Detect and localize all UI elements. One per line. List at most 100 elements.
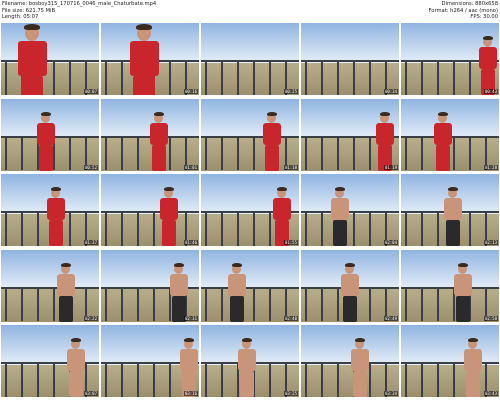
- video-thumbnail[interactable]: 01:46: [101, 174, 199, 246]
- legs: [38, 144, 53, 171]
- timestamp-label: 02:40: [283, 315, 298, 321]
- video-thumbnail[interactable]: 02:04: [301, 174, 399, 246]
- video-thumbnail[interactable]: 00:43: [401, 23, 499, 95]
- railing-post: [137, 286, 139, 322]
- timestamp-label: 00:34: [383, 89, 398, 94]
- railing-post: [305, 135, 307, 171]
- bare-torso: [443, 198, 462, 220]
- person-figure: [335, 262, 365, 322]
- timestamp-label: 01:28: [483, 164, 498, 170]
- red-shirt: [478, 47, 497, 69]
- railing-post: [253, 286, 255, 322]
- railing-post: [105, 362, 107, 397]
- video-thumbnail[interactable]: 02:13: [401, 174, 499, 246]
- video-thumbnail[interactable]: 00:52: [1, 98, 99, 171]
- video-thumbnail[interactable]: 03:43: [401, 325, 499, 397]
- video-thumbnail[interactable]: 02:22: [1, 249, 99, 322]
- video-thumbnail[interactable]: 01:37: [1, 174, 99, 246]
- railing-post: [321, 60, 323, 95]
- railing-post: [121, 135, 123, 171]
- railing-post: [437, 286, 439, 322]
- person-figure: [121, 24, 169, 95]
- bare-torso: [169, 273, 188, 296]
- video-thumbnail[interactable]: 03:16: [101, 325, 199, 397]
- railing-post: [105, 286, 107, 322]
- red-shirt: [36, 122, 55, 145]
- hair: [457, 262, 468, 267]
- video-thumbnail[interactable]: 02:31: [101, 249, 199, 322]
- red-shirt: [433, 122, 452, 145]
- legs: [58, 295, 73, 322]
- person-figure: [31, 111, 61, 171]
- video-thumbnail[interactable]: 02:49: [301, 249, 399, 322]
- railing-post: [269, 60, 271, 95]
- red-shirt: [159, 198, 178, 220]
- video-thumbnail[interactable]: 02:40: [201, 249, 299, 322]
- timestamp-label: 03:34: [383, 391, 398, 396]
- filesize-text: File size: 621.75 MiB: [2, 7, 56, 14]
- video-thumbnail[interactable]: 03:07: [1, 325, 99, 397]
- bare-torso: [56, 273, 75, 296]
- video-thumbnail[interactable]: 03:34: [301, 325, 399, 397]
- timestamp-label: 03:25: [283, 391, 298, 396]
- railing-post: [105, 211, 107, 246]
- hair: [344, 262, 355, 267]
- video-thumbnail[interactable]: 01:28: [401, 98, 499, 171]
- timestamp-label: 00:52: [83, 164, 98, 170]
- railing-post: [253, 135, 255, 171]
- timestamp-label: 02:49: [383, 315, 398, 321]
- legs: [352, 371, 367, 397]
- format-text: Format: h264 / aac (mono): [428, 7, 498, 14]
- railing-post: [205, 211, 207, 246]
- video-thumbnail[interactable]: 03:25: [201, 325, 299, 397]
- video-thumbnail[interactable]: 01:19: [301, 98, 399, 171]
- video-thumbnail[interactable]: 00:25: [201, 23, 299, 95]
- timestamp-label: 00:25: [283, 89, 298, 94]
- railing-post: [237, 211, 239, 246]
- person-figure: [174, 338, 199, 397]
- video-thumbnail[interactable]: 00:16: [101, 23, 199, 95]
- red-shirt: [46, 198, 65, 220]
- person-figure: [61, 338, 91, 397]
- legs: [445, 220, 460, 246]
- person-figure: [473, 36, 499, 95]
- sky-area: [101, 174, 199, 214]
- thumbnail-grid: 00:07 00:16 00:25 00:34 00:43 00:52 01:01 01:10…: [0, 23, 500, 401]
- railing-post: [169, 60, 171, 95]
- legs: [48, 220, 63, 246]
- filename-text: Filename: bosboy315_170716_0046_male_Cha…: [2, 1, 157, 7]
- red-shirt: [272, 198, 291, 220]
- sky-area: [301, 23, 399, 63]
- railing-post: [169, 362, 171, 397]
- railing-post: [369, 211, 371, 246]
- legs: [229, 295, 244, 322]
- hair: [136, 24, 153, 31]
- legs: [332, 220, 347, 246]
- video-thumbnail[interactable]: 00:07: [1, 23, 99, 95]
- hair: [24, 24, 41, 31]
- hair: [241, 338, 252, 342]
- legs: [239, 371, 254, 397]
- person-figure: [325, 187, 355, 246]
- railing-post: [237, 135, 239, 171]
- hair: [266, 111, 277, 116]
- hair: [153, 111, 164, 116]
- timestamp-label: 00:07: [83, 89, 98, 94]
- hair: [354, 338, 365, 342]
- railing-post: [69, 135, 71, 171]
- video-thumbnail[interactable]: 01:10: [201, 98, 299, 171]
- railing-post: [453, 60, 455, 95]
- video-thumbnail[interactable]: 01:01: [101, 98, 199, 171]
- railing-post: [321, 362, 323, 397]
- railing-post: [405, 362, 407, 397]
- railing-post: [405, 286, 407, 322]
- railing-post: [221, 211, 223, 246]
- railing-post: [337, 362, 339, 397]
- video-thumbnail[interactable]: 02:58: [401, 249, 499, 322]
- video-thumbnail[interactable]: 01:55: [201, 174, 299, 246]
- video-thumbnail[interactable]: 00:34: [301, 23, 399, 95]
- railing-post: [253, 211, 255, 246]
- person-figure: [345, 338, 375, 397]
- person-figure: [438, 187, 468, 246]
- hair: [183, 338, 194, 342]
